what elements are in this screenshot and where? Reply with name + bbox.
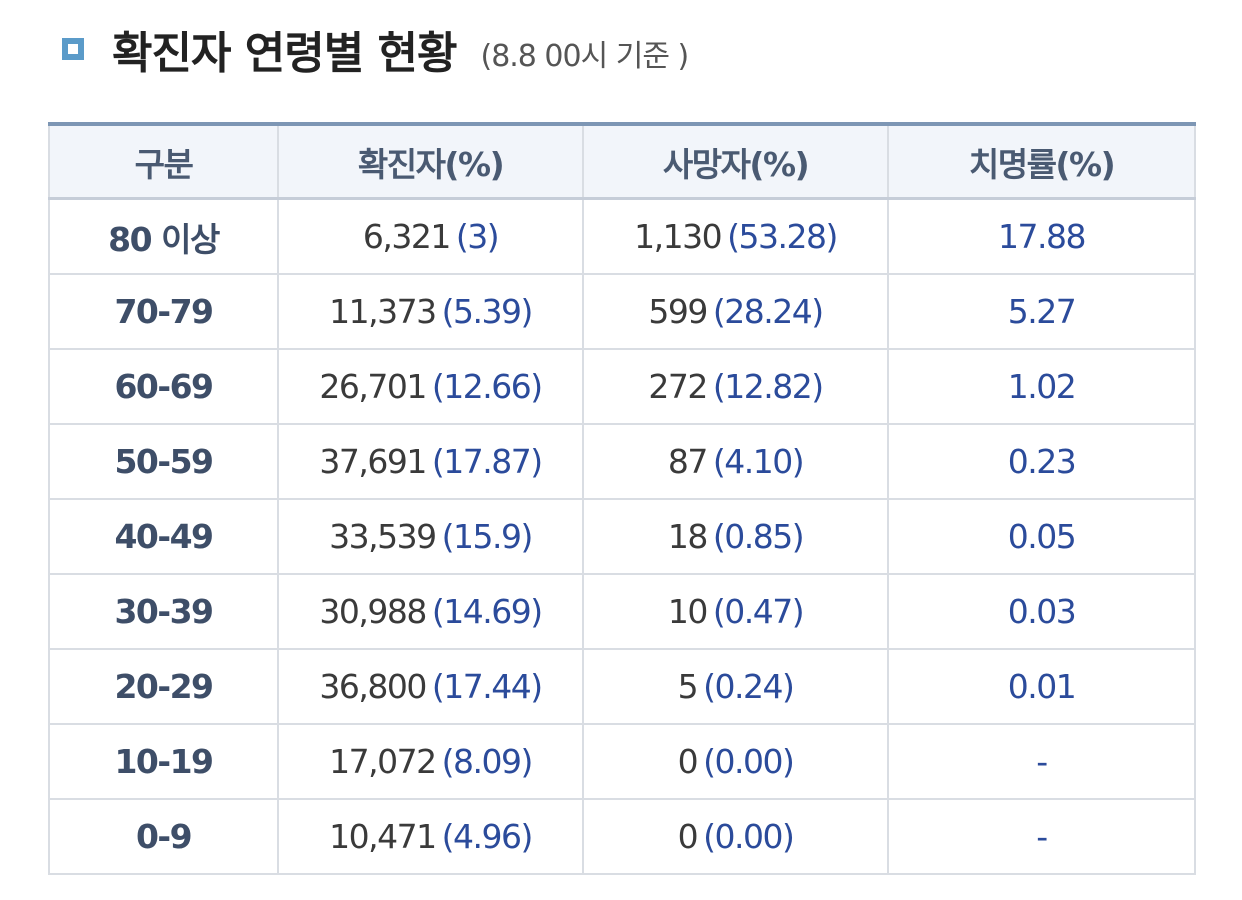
deaths-cell: 1,130 (53.28) xyxy=(582,197,889,275)
fatality-rate-cell: 0.05 xyxy=(887,498,1196,575)
column-header-fatality: 치명률(%) xyxy=(887,123,1196,200)
deaths-cell: 272 (12.82) xyxy=(582,348,889,425)
deaths-cell: 599 (28.24) xyxy=(582,273,889,350)
confirmed-cell: 36,800 (17.44) xyxy=(277,648,584,725)
fatality-rate-cell: - xyxy=(887,798,1196,875)
confirmed-cell: 11,373 (5.39) xyxy=(277,273,584,350)
confirmed-cell: 10,471 (4.96) xyxy=(277,798,584,875)
confirmed-count: 26,701 xyxy=(319,367,427,406)
age-stats-table: 구분 확진자(%) 사망자(%) 치명률(%) 80 이상 6,321 (3) 1… xyxy=(48,122,1196,875)
square-bullet-icon xyxy=(62,38,84,60)
confirmed-cell: 37,691 (17.87) xyxy=(277,423,584,500)
death-percent: (0.24) xyxy=(703,667,795,706)
table-row: 80 이상 6,321 (3) 1,130 (53.28) 17.88 xyxy=(48,197,1196,275)
age-group-cell: 60-69 xyxy=(48,348,279,425)
death-percent: (4.10) xyxy=(712,442,805,481)
column-header-confirmed: 확진자(%) xyxy=(277,123,584,200)
page-title: 확진자 연령별 현황 xyxy=(112,28,457,79)
confirmed-count: 36,800 xyxy=(319,667,427,706)
deaths-cell: 0 (0.00) xyxy=(582,723,889,800)
confirmed-cell: 30,988 (14.69) xyxy=(277,573,584,650)
confirmed-percent: (17.44) xyxy=(431,667,543,706)
age-group-cell: 70-79 xyxy=(48,273,279,350)
death-count: 18 xyxy=(667,517,709,556)
death-percent: (53.28) xyxy=(727,217,838,256)
death-count: 87 xyxy=(667,442,709,481)
age-group-cell: 10-19 xyxy=(48,723,279,800)
confirmed-count: 6,321 xyxy=(362,217,451,256)
deaths-cell: 87 (4.10) xyxy=(582,423,889,500)
deaths-cell: 5 (0.24) xyxy=(582,648,889,725)
age-group-cell: 0-9 xyxy=(48,798,279,875)
death-percent: (28.24) xyxy=(712,292,824,331)
table-header-row: 구분 확진자(%) 사망자(%) 치명률(%) xyxy=(48,123,1196,200)
fatality-rate-cell: 0.03 xyxy=(887,573,1196,650)
table-row: 40-49 33,539 (15.9) 18 (0.85) 0.05 xyxy=(48,498,1196,575)
confirmed-count: 11,373 xyxy=(329,292,437,331)
death-count: 10 xyxy=(667,592,709,631)
confirmed-percent: (3) xyxy=(455,217,500,256)
fatality-rate-cell: 5.27 xyxy=(887,273,1196,350)
confirmed-percent: (14.69) xyxy=(431,592,543,631)
age-group-cell: 30-39 xyxy=(48,573,279,650)
fatality-rate-cell: 0.23 xyxy=(887,423,1196,500)
death-percent: (12.82) xyxy=(712,367,824,406)
confirmed-cell: 26,701 (12.66) xyxy=(277,348,584,425)
confirmed-percent: (17.87) xyxy=(431,442,543,481)
table-row: 10-19 17,072 (8.09) 0 (0.00) - xyxy=(48,723,1196,800)
confirmed-cell: 17,072 (8.09) xyxy=(277,723,584,800)
confirmed-count: 37,691 xyxy=(319,442,427,481)
confirmed-percent: (5.39) xyxy=(441,292,534,331)
confirmed-count: 10,471 xyxy=(329,817,437,856)
death-percent: (0.00) xyxy=(703,817,795,856)
age-group-cell: 80 이상 xyxy=(48,197,279,275)
death-percent: (0.00) xyxy=(703,742,795,781)
confirmed-percent: (8.09) xyxy=(441,742,534,781)
table-row: 20-29 36,800 (17.44) 5 (0.24) 0.01 xyxy=(48,648,1196,725)
deaths-cell: 0 (0.00) xyxy=(582,798,889,875)
death-count: 0 xyxy=(677,742,699,781)
fatality-rate-cell: 1.02 xyxy=(887,348,1196,425)
death-count: 272 xyxy=(648,367,708,406)
table-row: 60-69 26,701 (12.66) 272 (12.82) 1.02 xyxy=(48,348,1196,425)
death-count: 0 xyxy=(677,817,699,856)
death-percent: (0.85) xyxy=(712,517,805,556)
deaths-cell: 10 (0.47) xyxy=(582,573,889,650)
deaths-cell: 18 (0.85) xyxy=(582,498,889,575)
confirmed-count: 17,072 xyxy=(329,742,437,781)
confirmed-count: 30,988 xyxy=(319,592,427,631)
death-percent: (0.47) xyxy=(712,592,805,631)
confirmed-percent: (4.96) xyxy=(441,817,534,856)
table-row: 70-79 11,373 (5.39) 599 (28.24) 5.27 xyxy=(48,273,1196,350)
age-group-cell: 50-59 xyxy=(48,423,279,500)
death-count: 1,130 xyxy=(634,217,722,256)
confirmed-cell: 6,321 (3) xyxy=(277,197,584,275)
age-stats-table-container: 구분 확진자(%) 사망자(%) 치명률(%) 80 이상 6,321 (3) 1… xyxy=(48,122,1196,875)
fatality-rate-cell: - xyxy=(887,723,1196,800)
age-group-cell: 40-49 xyxy=(48,498,279,575)
confirmed-percent: (12.66) xyxy=(431,367,543,406)
column-header-deaths: 사망자(%) xyxy=(582,123,889,200)
table-row: 0-9 10,471 (4.96) 0 (0.00) - xyxy=(48,798,1196,875)
death-count: 599 xyxy=(648,292,708,331)
death-count: 5 xyxy=(677,667,699,706)
title-row: 확진자 연령별 현황 (8.8 00시 기준 ) xyxy=(62,14,689,84)
table-row: 30-39 30,988 (14.69) 10 (0.47) 0.03 xyxy=(48,573,1196,650)
confirmed-cell: 33,539 (15.9) xyxy=(277,498,584,575)
fatality-rate-cell: 0.01 xyxy=(887,648,1196,725)
age-group-cell: 20-29 xyxy=(48,648,279,725)
confirmed-percent: (15.9) xyxy=(441,517,534,556)
page-subtitle: (8.8 00시 기준 ) xyxy=(480,39,689,74)
confirmed-count: 33,539 xyxy=(329,517,437,556)
fatality-rate-cell: 17.88 xyxy=(887,197,1196,275)
table-row: 50-59 37,691 (17.87) 87 (4.10) 0.23 xyxy=(48,423,1196,500)
column-header-category: 구분 xyxy=(48,123,279,200)
